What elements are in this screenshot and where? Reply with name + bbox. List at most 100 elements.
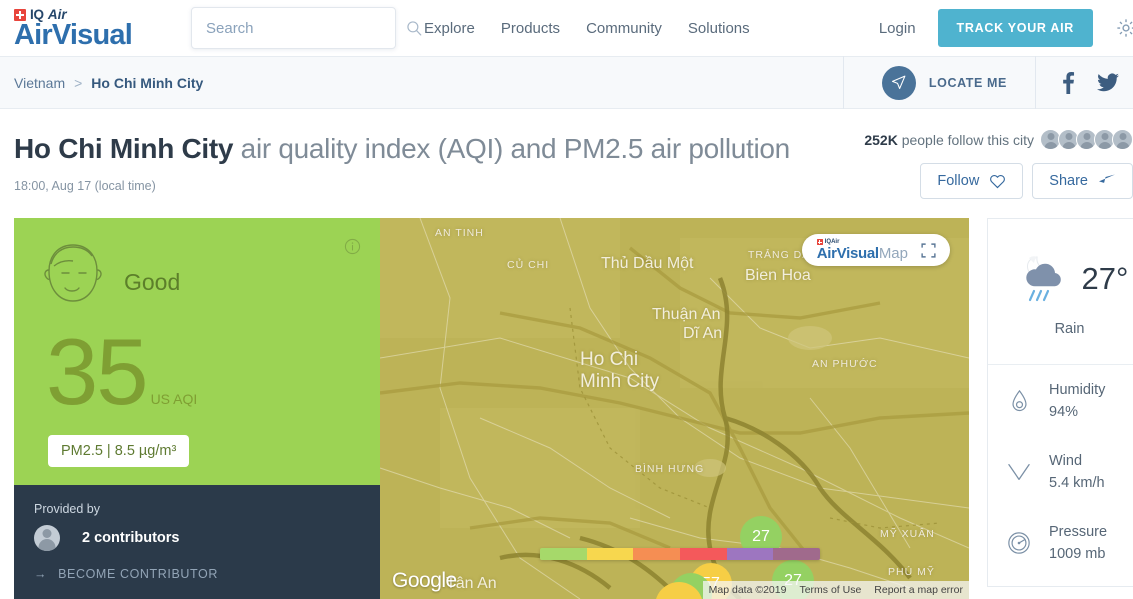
social-links [1035,56,1133,109]
contributors-count: 2 contributors [82,530,180,546]
follower-avatars [1040,129,1133,150]
legend-swatch-good [540,548,587,560]
search-input[interactable] [206,19,405,37]
share-button-label: Share [1049,173,1088,189]
become-contributor-label: BECOME CONTRIBUTOR [58,567,218,581]
pressure-icon [1004,531,1034,555]
map-panel[interactable]: AN TINH CỦ CHI Thủ Dầu Một TRẢNG DÀI Bie… [380,218,969,599]
map-attribution: Map data ©2019 Terms of Use Report a map… [702,581,969,599]
follow-button[interactable]: Follow [920,163,1024,199]
swiss-cross-icon [14,9,26,21]
map-data-copyright: Map data ©2019 [708,584,787,596]
weather-metric-wind: Wind 5.4 km/h [988,436,1133,507]
badge-map-text: Map [878,244,908,262]
humidity-value: 94% [1049,403,1079,420]
share-button[interactable]: Share [1032,163,1133,199]
wind-label: Wind [1049,453,1083,470]
follower-count-text: 252K people follow this city [864,132,1034,148]
provided-by-label: Provided by [34,502,101,516]
weather-top-row: 27° [1011,251,1129,307]
breadcrumb-bar: Vietnam > Ho Chi Minh City LOCATE ME [0,56,1133,109]
breadcrumb-right: LOCATE ME [842,56,1133,109]
pm25-pill: PM2.5 | 8.5 µg/m³ [48,434,190,467]
wind-icon [1004,461,1034,483]
nav-item-solutions[interactable]: Solutions [688,20,750,37]
breadcrumb-country[interactable]: Vietnam [14,75,65,91]
aqi-value: 35 [46,319,149,424]
terms-of-use-link[interactable]: Terms of Use [799,584,861,596]
weather-metric-humidity: Humidity 94% [988,365,1133,436]
follower-count-number: 252K [864,131,898,148]
main-nav: Explore Products Community Solutions [424,20,750,37]
contributor-avatar-icon [34,525,60,551]
legend-swatch-hazardous [773,548,820,560]
badge-airvisual-text: AirVisual [816,244,879,262]
contributors-row[interactable]: 2 contributors [34,525,360,551]
aqi-column: Good 35 US AQI PM2.5 | 8.5 µg/m³ Provide… [14,218,380,599]
weather-panel: 27° Rain Humidity 94% Wind 5.4 km/h Pres… [987,218,1133,587]
legend-swatch-unhealthy [680,548,727,560]
search-icon[interactable] [405,19,423,37]
heart-icon [990,175,1006,189]
report-map-error-link[interactable]: Report a map error [874,584,963,596]
locate-me-label: LOCATE ME [928,75,1007,90]
track-your-air-button[interactable]: TRACK YOUR AIR [937,9,1093,47]
pressure-label: Pressure [1049,524,1108,541]
title-block: Ho Chi Minh City air quality index (AQI)… [0,109,1133,213]
become-contributor-link[interactable]: → BECOME CONTRIBUTOR [34,567,360,581]
follow-area: 252K people follow this city Follow Shar… [864,129,1133,199]
avatar [1112,129,1133,150]
weather-condition: Rain [1054,320,1085,337]
weather-temperature: 27° [1081,260,1129,296]
swiss-cross-icon [816,239,823,245]
aqi-card: Good 35 US AQI PM2.5 | 8.5 µg/m³ [14,218,380,485]
info-icon[interactable] [344,238,361,255]
legend-swatch-very-unhealthy [726,548,774,560]
expand-icon[interactable] [920,242,937,259]
site-header: IQAir AirVisual Explore Products Communi… [0,0,1133,56]
provider-panel: Provided by 2 contributors → BECOME CONT… [14,485,380,599]
map-vector-layer [380,218,969,599]
airvisual-map-badge[interactable]: IQAir AirVisualMap [801,234,950,266]
follower-count-label: people follow this city [901,131,1034,148]
page-title-rest: air quality index (AQI) and PM2.5 air po… [233,133,791,164]
airvisual-map-badge-logo: IQAir AirVisualMap [816,239,908,262]
search-box[interactable] [191,7,422,49]
humidity-text: Humidity 94% [1049,379,1105,422]
aqi-unit-label: US AQI [150,390,198,407]
locate-circle [881,65,916,100]
humidity-label: Humidity [1049,382,1106,398]
pressure-text: Pressure 1009 mb [1049,521,1107,564]
twitter-icon[interactable] [1097,73,1119,92]
follow-share-buttons: Follow Share [864,163,1133,199]
aqi-value-row: 35 US AQI [34,319,360,424]
happy-face-icon [44,244,102,302]
google-watermark: Google [392,569,457,592]
facebook-icon[interactable] [1062,71,1075,94]
aqi-status-row: Good [34,240,360,324]
airvisual-logo[interactable]: IQ Air AirVisual [14,6,164,50]
follower-count-row: 252K people follow this city [864,129,1133,150]
legend-swatch-unhealthy-sensitive [633,548,681,560]
legend-swatch-moderate [586,548,634,560]
wind-text: Wind 5.4 km/h [1049,450,1105,493]
share-arrow-icon [1099,174,1115,183]
header-right-actions: Login TRACK YOUR AIR [879,9,1133,47]
login-link[interactable]: Login [879,20,916,37]
page-root: IQAir AirVisual Explore Products Communi… [0,0,1133,599]
nav-item-community[interactable]: Community [586,20,662,37]
humidity-icon [1004,389,1034,413]
follow-button-label: Follow [937,173,980,189]
nav-item-explore[interactable]: Explore [424,20,475,37]
gear-icon[interactable] [1115,17,1133,39]
navigation-arrow-icon [892,75,906,90]
logo-airvisual-text: AirVisual [14,19,133,51]
aqi-status-label: Good [124,268,181,295]
weather-current: 27° Rain [988,219,1133,365]
nav-item-products[interactable]: Products [501,20,560,37]
aqi-legend-bar [540,548,820,560]
page-title-city: Ho Chi Minh City [14,133,234,164]
locate-me-button[interactable]: LOCATE ME [842,56,1035,109]
weather-metric-pressure: Pressure 1009 mb [988,507,1133,578]
rain-cloud-moon-icon [1025,255,1061,301]
